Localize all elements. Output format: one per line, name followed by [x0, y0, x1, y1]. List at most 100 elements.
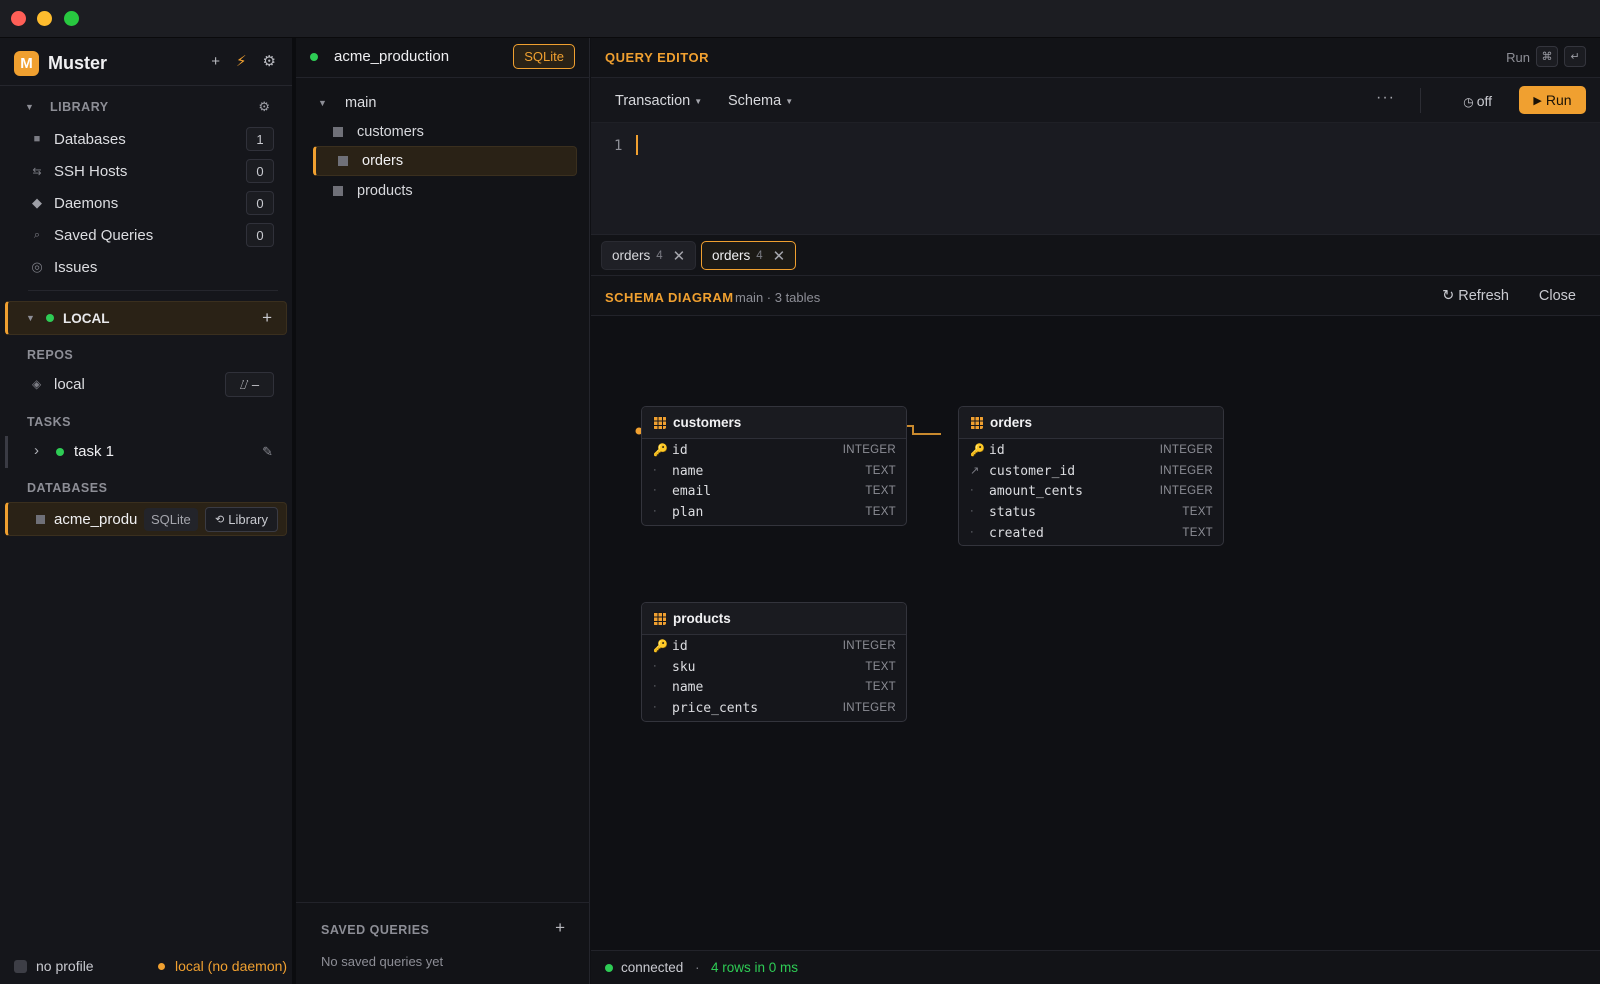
table-tree-label: products — [357, 183, 413, 199]
connection-header: acme_production SQLite — [296, 38, 590, 78]
enter-key-icon: ↵ — [1564, 46, 1586, 67]
table-columns: 🔑 id INTEGER · name TEXT · email TEXT · plan TEXT — [642, 439, 906, 525]
column-row[interactable]: ↗ customer_id INTEGER — [959, 461, 1223, 482]
database-item[interactable]: acme_produ SQLite ⟲ Library — [5, 502, 287, 536]
sidebar-item-label: SSH Hosts — [54, 162, 128, 180]
foreign-key-icon: ↗ — [970, 464, 980, 477]
column-type: TEXT — [865, 660, 896, 673]
column-type: TEXT — [865, 681, 896, 694]
profile-icon — [14, 960, 27, 973]
add-icon[interactable]: + — [555, 918, 565, 938]
sidebar-item-ssh-hosts[interactable]: ⇆ SSH Hosts 0 — [0, 156, 292, 186]
profile-status[interactable]: no profile — [36, 958, 94, 974]
chevron-right-icon[interactable]: › — [34, 442, 39, 459]
column-dot-icon: · — [970, 484, 974, 497]
minimize-window-button[interactable] — [37, 11, 52, 26]
sidebar-item-databases[interactable]: ■ Databases 1 — [0, 124, 292, 154]
column-row[interactable]: · name TEXT — [642, 677, 906, 698]
line-number: 1 — [614, 138, 623, 154]
local-section-header[interactable]: ▼ LOCAL + — [5, 301, 287, 335]
transaction-dropdown[interactable]: Transaction ▼ — [615, 93, 702, 109]
table-tree-item[interactable]: products — [313, 176, 577, 206]
library-button[interactable]: ⟲ Library — [205, 507, 278, 532]
bolt-icon[interactable]: ⚡ — [236, 52, 247, 70]
sidebar: M Muster + ⚡ ⚙ ▼ LIBRARY ⚙ ■ Databases 1… — [0, 38, 296, 984]
caret-down-icon: ▼ — [26, 313, 35, 323]
column-name: customer_id — [989, 463, 1076, 479]
schema-tree-node[interactable]: ▼ main — [296, 91, 590, 115]
database-icon: ■ — [33, 133, 41, 145]
table-card-products[interactable]: products 🔑 id INTEGER · sku TEXT · name TEXT · pri… — [641, 602, 907, 722]
library-section-header[interactable]: ▼ LIBRARY ⚙ — [0, 95, 292, 119]
close-window-button[interactable] — [11, 11, 26, 26]
timer-toggle[interactable]: ◷ off — [1463, 93, 1492, 109]
schema-dropdown[interactable]: Schema ▼ — [728, 93, 793, 109]
repo-item-local[interactable]: ◈ local ⌰ – — [0, 369, 292, 401]
sidebar-item-saved-queries[interactable]: ⌕ Saved Queries 0 — [0, 220, 292, 250]
column-row[interactable]: 🔑 id INTEGER — [642, 440, 906, 461]
sidebar-item-issues[interactable]: ◎ Issues — [0, 252, 292, 282]
app-logo: M — [14, 50, 39, 76]
add-icon[interactable]: + — [262, 308, 272, 328]
caret-down-icon: ▼ — [318, 98, 327, 108]
table-card-name: customers — [673, 415, 742, 430]
schema-diagram-canvas[interactable]: customers 🔑 id INTEGER · name TEXT · email TEXT ·… — [591, 316, 1600, 950]
column-row[interactable]: · sku TEXT — [642, 657, 906, 678]
more-icon[interactable]: ··· — [1376, 89, 1395, 107]
table-tree-item[interactable]: customers — [313, 117, 577, 147]
tab-count: 4 — [756, 249, 763, 262]
gear-icon[interactable]: ⚙ — [263, 52, 276, 70]
sql-editor[interactable]: 1 — [591, 123, 1600, 235]
refresh-button[interactable]: ↻ Refresh — [1442, 288, 1509, 304]
column-dot-icon: · — [970, 525, 974, 538]
column-name: price_cents — [672, 701, 759, 717]
run-hint: Run — [1506, 50, 1530, 65]
brand: M Muster — [14, 50, 107, 76]
column-row[interactable]: · price_cents INTEGER — [642, 698, 906, 719]
tab-orders-active[interactable]: orders 4 ✕ — [701, 241, 797, 270]
column-name: created — [989, 525, 1044, 541]
gear-icon[interactable]: ⚙ — [258, 99, 270, 115]
column-type: INTEGER — [842, 640, 896, 652]
sidebar-item-daemons[interactable]: ◆ Daemons 0 — [0, 188, 292, 218]
close-button[interactable]: Close — [1539, 288, 1576, 304]
daemon-status[interactable]: local (no daemon) — [175, 958, 287, 974]
engine-badge[interactable]: SQLite — [513, 44, 575, 69]
column-row[interactable]: · email TEXT — [642, 481, 906, 502]
diamond-icon: ◆ — [32, 195, 42, 210]
column-type: INTEGER — [842, 444, 896, 456]
tab-orders[interactable]: orders 4 ✕ — [601, 241, 697, 270]
database-icon — [36, 515, 45, 524]
close-icon[interactable]: ✕ — [773, 247, 786, 265]
column-row[interactable]: · status TEXT — [959, 502, 1223, 523]
ssh-icon: ⇆ — [32, 165, 42, 178]
count-badge: 0 — [246, 223, 274, 247]
column-type: INTEGER — [842, 702, 896, 715]
table-card-orders[interactable]: orders 🔑 id INTEGER ↗ customer_id INTEGER · amo… — [958, 406, 1224, 547]
table-card-customers[interactable]: customers 🔑 id INTEGER · name TEXT · email TEXT ·… — [641, 406, 907, 526]
table-tree-item[interactable]: orders — [313, 146, 577, 176]
column-row[interactable]: 🔑 id INTEGER — [959, 440, 1223, 461]
task-item[interactable]: › task 1 ✎ — [5, 436, 287, 468]
diff-icon[interactable]: ⌰ – — [225, 372, 274, 397]
schema-name: main — [345, 95, 377, 111]
close-icon[interactable]: ✕ — [673, 247, 686, 265]
column-row[interactable]: 🔑 id INTEGER — [642, 636, 906, 657]
column-row[interactable]: · amount_cents INTEGER — [959, 481, 1223, 502]
table-grid-icon — [653, 416, 666, 429]
column-name: id — [672, 443, 688, 458]
zoom-window-button[interactable] — [64, 11, 79, 26]
add-icon[interactable]: + — [211, 53, 220, 70]
column-row[interactable]: · name TEXT — [642, 461, 906, 482]
column-dot-icon: · — [653, 463, 657, 476]
column-name: name — [672, 463, 704, 479]
saved-queries-section: SAVED QUERIES + No saved queries yet — [296, 902, 590, 984]
sidebar-item-label: Saved Queries — [54, 226, 154, 244]
column-row[interactable]: · plan TEXT — [642, 502, 906, 523]
table-card-header: customers — [642, 407, 906, 439]
column-dot-icon: · — [653, 484, 657, 497]
column-row[interactable]: · created TEXT — [959, 523, 1223, 544]
pencil-icon[interactable]: ✎ — [262, 444, 273, 460]
task-label: task 1 — [74, 443, 115, 460]
run-button[interactable]: ▶ Run — [1519, 86, 1586, 114]
